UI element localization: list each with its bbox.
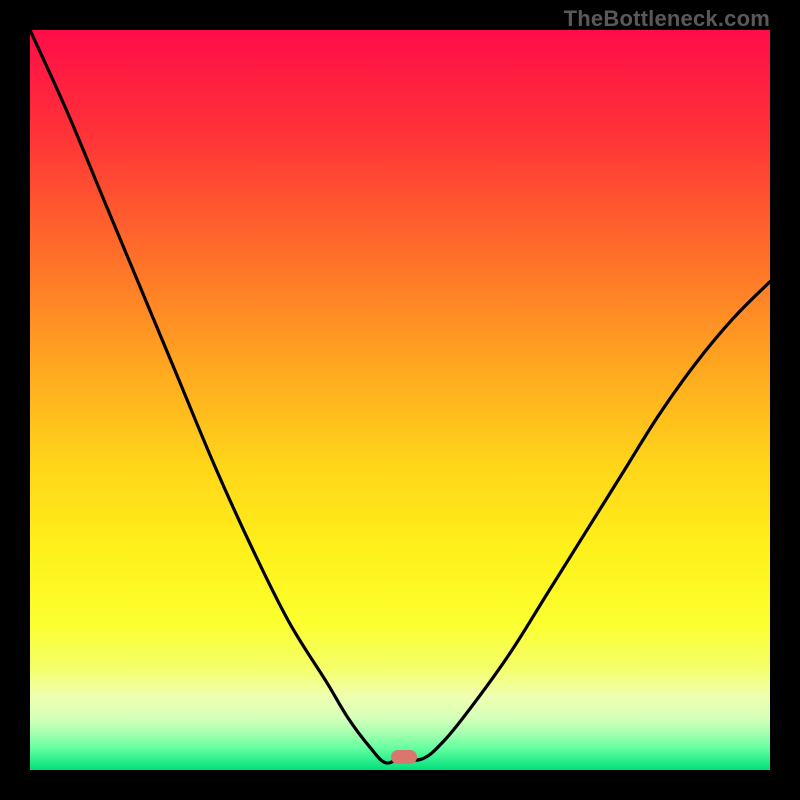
bottleneck-curve xyxy=(30,30,770,770)
optimum-marker xyxy=(391,750,417,764)
plot-area xyxy=(30,30,770,770)
chart-frame: TheBottleneck.com xyxy=(0,0,800,800)
attribution-text: TheBottleneck.com xyxy=(564,6,770,32)
